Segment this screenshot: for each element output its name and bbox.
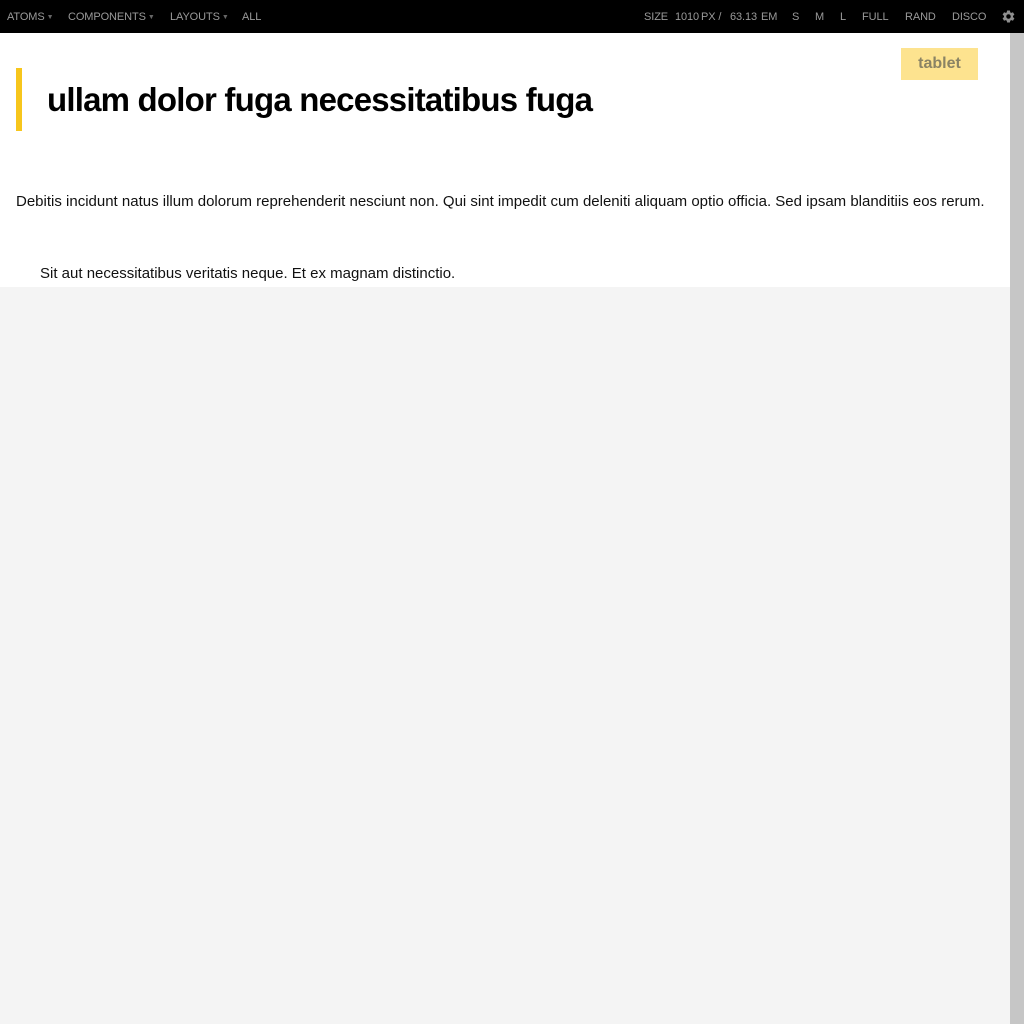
nav-components[interactable]: COMPONENTS ▼ [68,0,155,33]
nav-all-label: ALL [242,11,262,23]
size-large-button[interactable]: L [840,0,846,33]
nav-all[interactable]: ALL [242,0,261,33]
size-label: SIZE [644,11,669,23]
caret-down-icon: ▼ [221,14,229,21]
size-random-button[interactable]: RAND [905,0,936,33]
nav-components-label: COMPONENTS [68,11,146,23]
size-em-value: 63.13 [730,11,758,23]
blockquote: Sit aut necessitatibus veritatis neque. … [40,265,456,282]
size-px-unit: PX / [701,11,722,23]
viewport-resize-handle[interactable] [1010,33,1024,1024]
size-em-unit: EM [761,11,778,23]
pattern-lab-toolbar: ATOMS ▼ COMPONENTS ▼ LAYOUTS ▼ ALL SIZE 101… [0,0,1024,33]
nav-atoms[interactable]: ATOMS ▼ [7,0,54,33]
tablet-badge: tablet [901,48,978,80]
title-accent-bar [16,68,22,131]
body-paragraph: Debitis incidunt natus illum dolorum rep… [16,193,985,210]
size-disco-button[interactable]: DISCO [952,0,986,33]
size-small-button[interactable]: S [792,0,799,33]
pattern-viewport: tablet ullam dolor fuga necessitatibus f… [0,33,1010,1024]
gear-icon[interactable] [1001,9,1016,24]
nav-layouts-label: LAYOUTS [170,11,220,23]
size-px-value: 1010 [675,11,700,23]
nav-atoms-label: ATOMS [7,11,45,23]
pattern-content: tablet ullam dolor fuga necessitatibus f… [0,33,1010,287]
size-full-button[interactable]: FULL [862,0,889,33]
size-medium-button[interactable]: M [815,0,824,33]
caret-down-icon: ▼ [46,14,54,21]
size-em-input[interactable]: 63.13 [730,0,757,33]
nav-layouts[interactable]: LAYOUTS ▼ [170,0,229,33]
caret-down-icon: ▼ [147,14,155,21]
size-px-input[interactable]: 1010 [675,0,699,33]
page-title: ullam dolor fuga necessitatibus fuga [47,81,593,118]
